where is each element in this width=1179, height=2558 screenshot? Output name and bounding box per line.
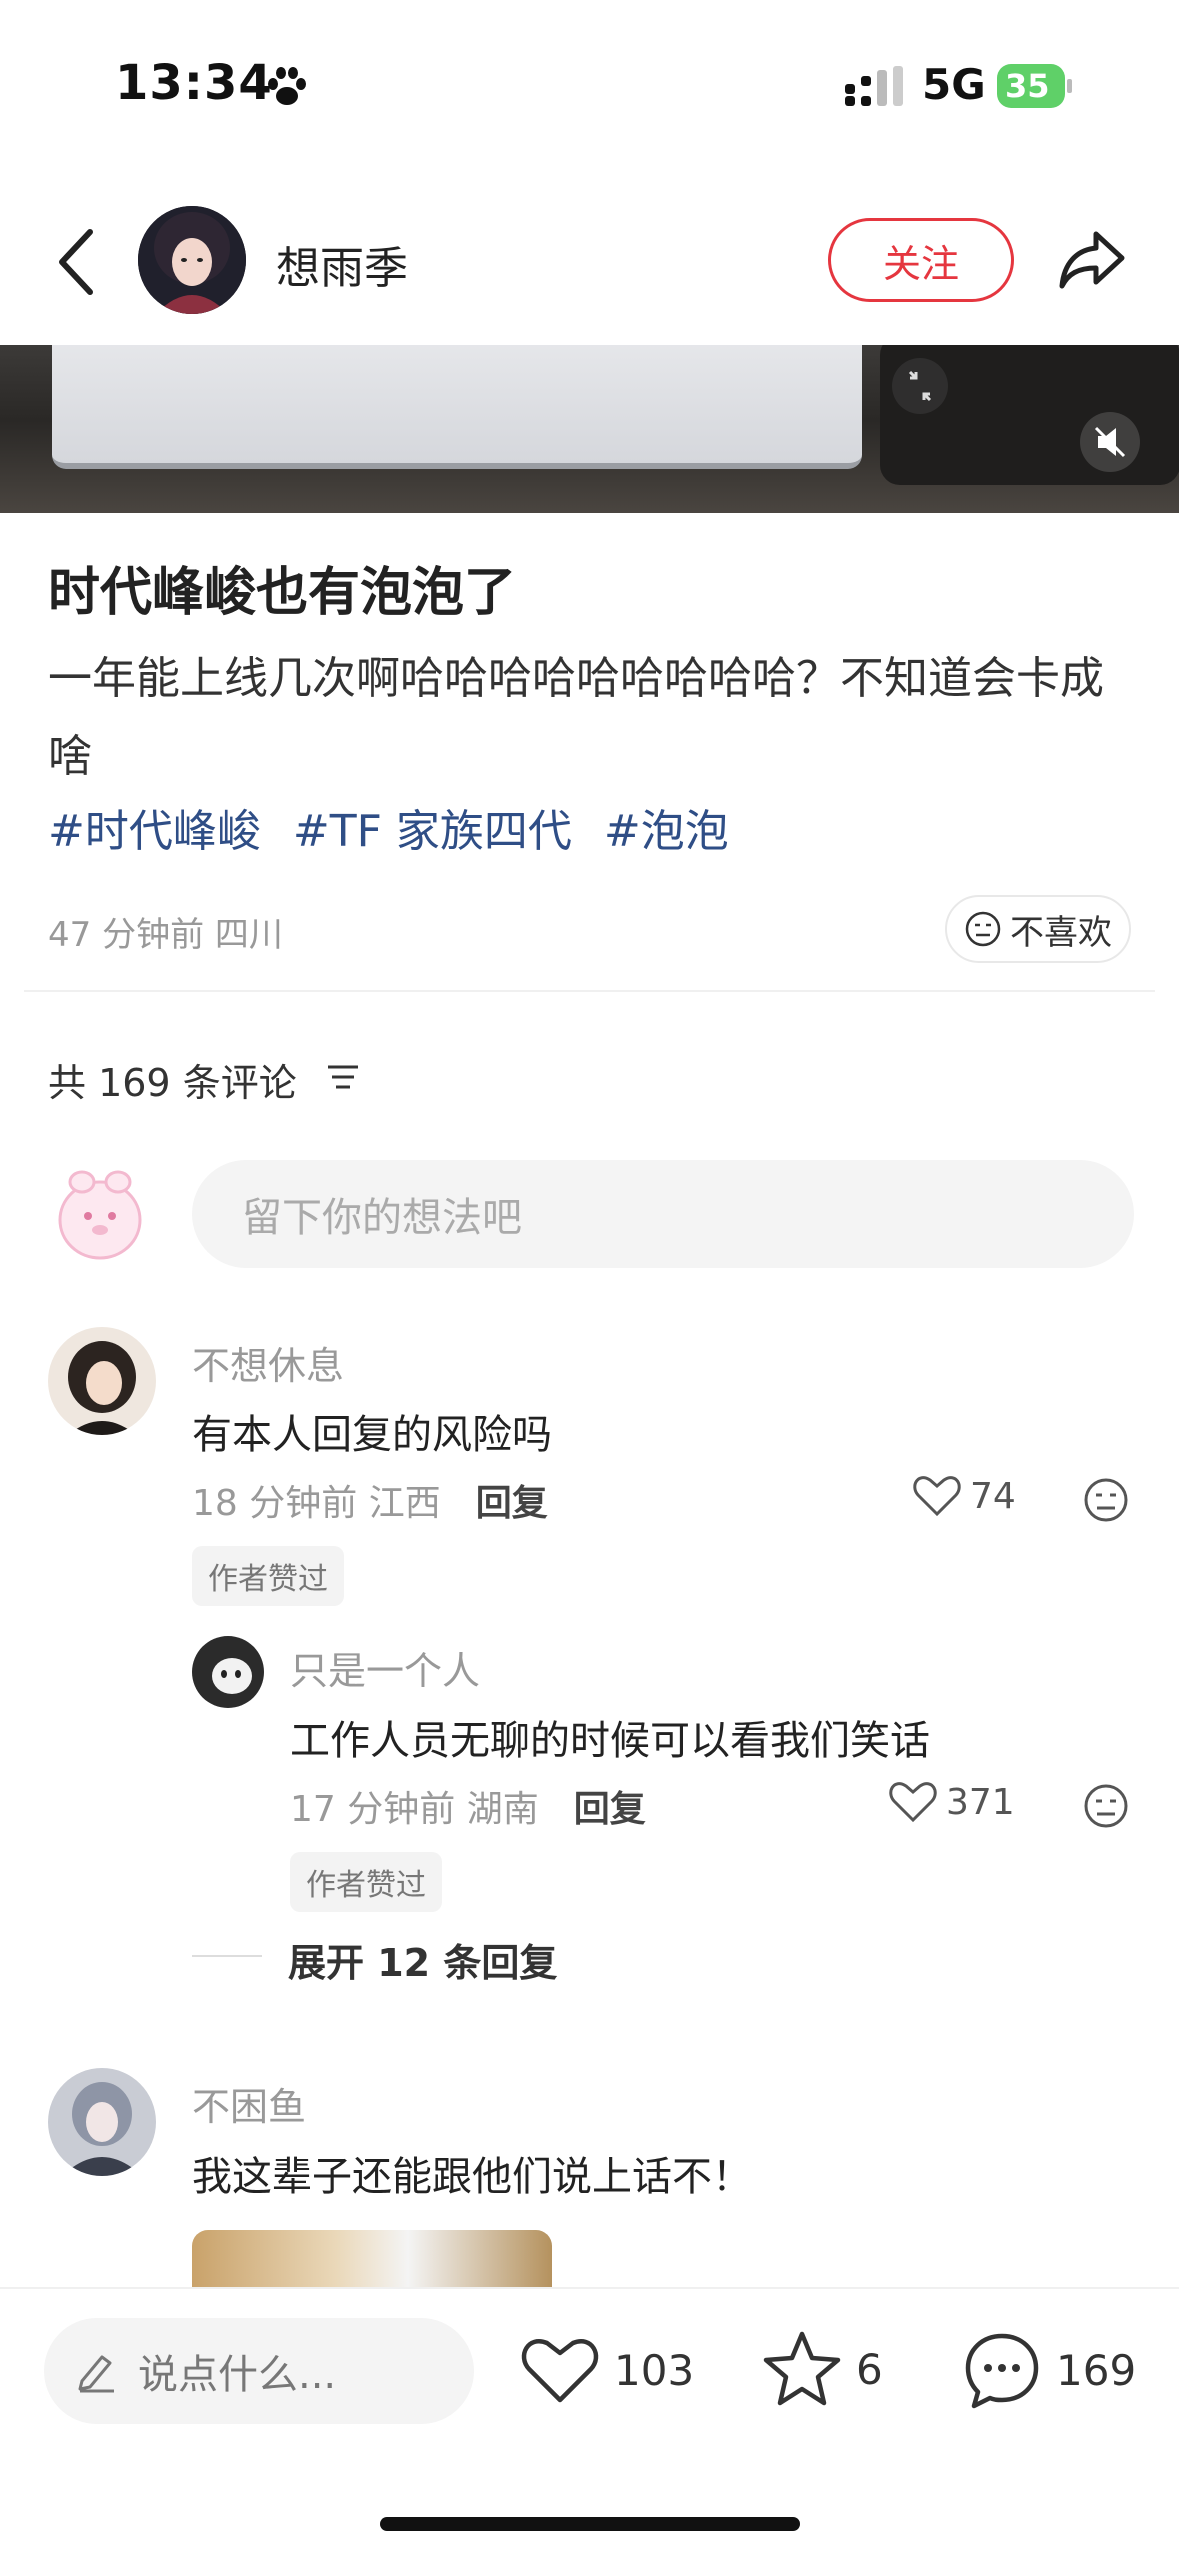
network-label: 5G [922, 60, 986, 109]
dislike-button[interactable]: 不喜欢 [945, 895, 1131, 963]
say-something-input[interactable]: 说点什么... [44, 2318, 474, 2424]
star-post-button[interactable]: 6 [762, 2330, 883, 2408]
hashtag-link[interactable]: #时代峰峻 [48, 806, 261, 857]
comment-bubble-icon [965, 2333, 1039, 2409]
comment-meta-row: 17 分钟前 湖南 回复 [290, 1780, 646, 1832]
hashtag-link[interactable]: #泡泡 [604, 806, 729, 857]
say-placeholder: 说点什么... [138, 2352, 337, 2398]
comment-count: 共 169 条评论 [48, 1061, 297, 1105]
status-time: 13:34 [115, 55, 273, 111]
comment-text: 我这辈子还能跟他们说上话不！ [192, 2154, 752, 2200]
author-liked-badge: 作者赞过 [290, 1852, 442, 1912]
sort-icon[interactable] [326, 1062, 360, 1092]
post-comment-count: 169 [1056, 2345, 1137, 2395]
collapse-icon[interactable] [892, 358, 948, 414]
like-count: 371 [946, 1781, 1015, 1823]
post-media[interactable] [0, 345, 1179, 513]
post-like-count: 103 [614, 2345, 695, 2395]
author-avatar[interactable] [138, 206, 246, 314]
post-meta: 47 分钟前 四川 [48, 915, 283, 955]
my-avatar [58, 1170, 142, 1260]
commenter-avatar[interactable] [192, 1636, 264, 1708]
like-button[interactable]: 371 [888, 1780, 1015, 1824]
comment-input[interactable]: 留下你的想法吧 [192, 1160, 1134, 1268]
divider [24, 990, 1155, 992]
comment-image[interactable] [192, 2230, 552, 2290]
hashtag-link[interactable]: #TF 家族四代 [293, 806, 572, 857]
commenter-avatar[interactable] [48, 2068, 156, 2176]
dislike-face-icon [965, 911, 1001, 947]
dislike-label: 不喜欢 [1010, 912, 1112, 953]
reply-button[interactable]: 回复 [574, 1789, 646, 1830]
pencil-icon [78, 2355, 114, 2393]
expand-replies-button[interactable]: 展开 12 条回复 [288, 1932, 557, 1987]
post-star-count: 6 [856, 2344, 883, 2394]
battery-icon: 35 [997, 64, 1072, 108]
heart-icon [889, 1782, 937, 1823]
like-count: 74 [970, 1475, 1016, 1517]
back-icon[interactable] [48, 222, 108, 302]
heart-icon [913, 1476, 961, 1517]
heart-icon [521, 2339, 599, 2403]
signal-icon [845, 66, 903, 106]
comment-meta: 17 分钟前 湖南 [290, 1789, 539, 1830]
comment-text: 有本人回复的风险吗 [192, 1412, 552, 1458]
comment-post-button[interactable]: 169 [962, 2330, 1136, 2410]
reply-button[interactable]: 回复 [476, 1483, 548, 1524]
author-name[interactable]: 想雨季 [276, 232, 408, 296]
author-liked-badge: 作者赞过 [192, 1546, 344, 1606]
post-body: 一年能上线几次啊哈哈哈哈哈哈哈哈哈？不知道会卡成啥 [48, 653, 1104, 782]
battery-level: 35 [1005, 67, 1050, 105]
hashtag-list: #时代峰峻 #TF 家族四代 #泡泡 [48, 795, 747, 859]
dislike-face-icon[interactable] [1082, 1476, 1130, 1524]
share-icon[interactable] [1056, 226, 1128, 292]
commenter-name[interactable]: 不想休息 [192, 1335, 344, 1390]
paw-icon [268, 67, 306, 105]
commenter-name[interactable]: 不困鱼 [192, 2076, 306, 2131]
expand-divider [192, 1955, 262, 1957]
like-post-button[interactable]: 103 [520, 2334, 694, 2406]
commenter-avatar[interactable] [48, 1327, 156, 1435]
commenter-name[interactable]: 只是一个人 [290, 1640, 480, 1695]
home-indicator[interactable] [380, 2517, 800, 2531]
follow-button[interactable]: 关注 [828, 218, 1014, 302]
star-icon [763, 2331, 841, 2406]
post-title: 时代峰峻也有泡泡了 [48, 563, 517, 623]
media-screen [52, 345, 862, 469]
comment-meta-row: 18 分钟前 江西 回复 [192, 1474, 548, 1526]
dislike-face-icon[interactable] [1082, 1782, 1130, 1830]
comment-text: 工作人员无聊的时候可以看我们笑话 [290, 1718, 930, 1764]
comment-meta: 18 分钟前 江西 [192, 1483, 441, 1524]
mute-icon[interactable] [1080, 412, 1140, 472]
like-button[interactable]: 74 [912, 1474, 1016, 1518]
